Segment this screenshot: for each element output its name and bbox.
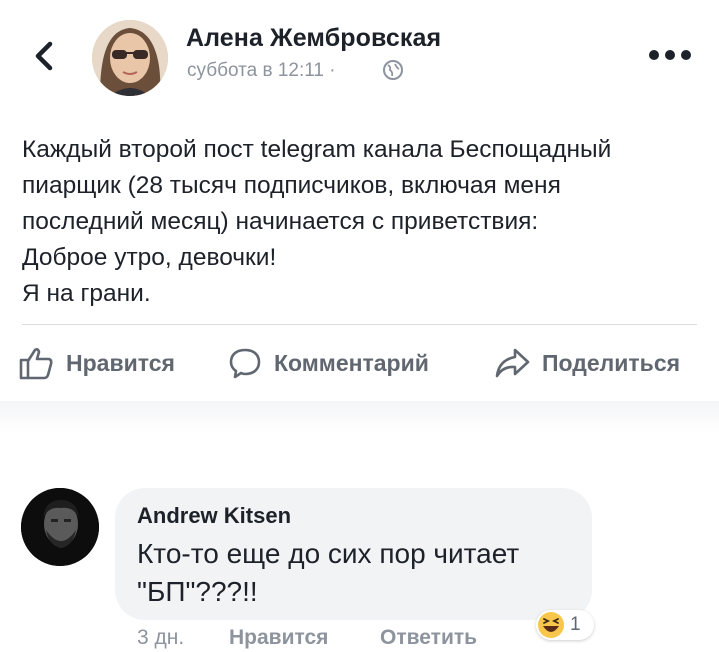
comment-text-line: "БП"???!!: [137, 576, 258, 607]
chevron-left-icon: [35, 41, 53, 71]
post-timestamp[interactable]: суббота в 12:11 ·: [187, 60, 336, 82]
commenter-name[interactable]: Andrew Kitsen: [137, 503, 291, 529]
avatar-photo: [21, 488, 99, 566]
comment-text: Кто-то еще до сих пор читает "БП"???!!: [137, 535, 577, 611]
more-options-button[interactable]: [647, 48, 693, 62]
share-arrow-icon: [495, 348, 530, 378]
comment-like-button[interactable]: Нравится: [229, 626, 328, 650]
share-label: Поделиться: [542, 349, 681, 376]
reaction-count: 1: [570, 614, 581, 635]
comment-button[interactable]: Комментарий: [228, 343, 429, 383]
section-separator: [0, 401, 719, 481]
comment-text-line: Кто-то еще до сих пор читает: [137, 538, 520, 569]
author-avatar[interactable]: [92, 20, 168, 96]
speech-bubble-icon: [229, 348, 261, 379]
comment-reply-button[interactable]: Ответить: [380, 626, 477, 650]
author-name[interactable]: Алена Жембровская: [186, 24, 441, 53]
post-text-line: Доброе утро, девочки!: [22, 244, 277, 271]
post-text-line: Каждый второй пост telegram канала Беспо…: [22, 136, 612, 163]
post-text-line: пиарщик (28 тысяч подписчиков, включая м…: [22, 172, 561, 199]
commenter-avatar[interactable]: [21, 488, 99, 566]
post-text-line: последний месяц) начинается с приветстви…: [22, 208, 539, 235]
laughing-emoji-icon: [538, 612, 564, 638]
thumbs-up-icon: [19, 348, 53, 380]
globe-icon: [382, 59, 404, 81]
share-button[interactable]: Поделиться: [494, 343, 680, 383]
post-body: Каждый второй пост telegram канала Беспо…: [22, 132, 712, 312]
reaction-summary[interactable]: 1: [536, 610, 594, 640]
divider: [22, 324, 697, 325]
back-button[interactable]: [28, 36, 62, 76]
comment-timestamp[interactable]: 3 дн.: [137, 626, 184, 650]
post-text-line: Я на грани.: [22, 280, 151, 307]
avatar-photo: [92, 20, 168, 96]
like-label: Нравится: [66, 349, 175, 376]
like-button[interactable]: Нравится: [18, 343, 175, 383]
more-dots-icon: [649, 50, 691, 60]
comment-label: Комментарий: [274, 349, 429, 376]
